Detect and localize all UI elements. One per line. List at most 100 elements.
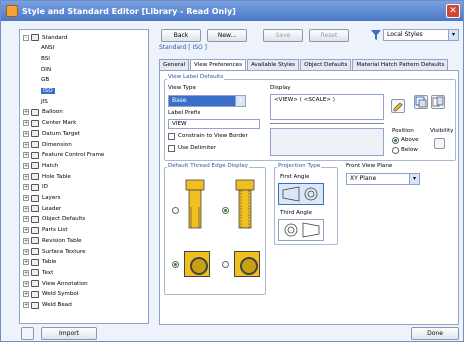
delimiter-checkbox[interactable]	[168, 145, 175, 152]
help-icon[interactable]	[21, 327, 34, 340]
tree-item-label: Text	[42, 269, 54, 276]
above-radio[interactable]	[392, 137, 399, 144]
tab-available-styles[interactable]: Available Styles	[247, 59, 300, 70]
insert-view-icon[interactable]	[414, 95, 428, 109]
layers-icon	[31, 194, 39, 202]
expand-icon[interactable]: +	[23, 269, 29, 276]
tree-item[interactable]: JIS	[41, 97, 48, 106]
constrain-checkbox[interactable]	[168, 133, 175, 140]
expand-icon[interactable]: +	[23, 130, 29, 137]
third-angle-option[interactable]	[278, 219, 324, 241]
tree-item-label: Hole Table	[42, 173, 71, 180]
expand-icon[interactable]: +	[23, 237, 29, 244]
datum-target-icon	[31, 130, 39, 138]
tree-item[interactable]: + Layers	[23, 194, 61, 203]
expand-icon[interactable]: +	[23, 141, 29, 148]
tree-item[interactable]: + Hatch	[23, 161, 58, 170]
tree-item[interactable]: GB	[41, 76, 49, 85]
below-radio[interactable]	[392, 147, 399, 154]
expand-icon[interactable]: +	[23, 195, 29, 201]
tree-item[interactable]: + Leader	[23, 204, 61, 213]
tree-item[interactable]: BSI	[41, 54, 50, 63]
tree-item-label: Weld Bead	[42, 302, 72, 308]
first-angle-option[interactable]	[278, 183, 324, 205]
expand-icon[interactable]: +	[23, 109, 29, 116]
tree-item[interactable]: DIN	[41, 65, 51, 74]
balloon-icon	[31, 108, 39, 116]
view-annotation-icon	[31, 280, 39, 288]
expand-icon[interactable]: +	[23, 259, 29, 266]
tree-item-label: Datum Target	[42, 130, 81, 137]
tree-item[interactable]: + Weld Symbol	[23, 290, 78, 299]
first-angle-label: First Angle	[280, 174, 310, 180]
expand-icon[interactable]: +	[23, 184, 29, 191]
breadcrumb: Standard [ ISO ]	[159, 44, 207, 51]
copy-view-icon[interactable]	[431, 95, 445, 109]
front-view-plane-label: Front View Plane	[346, 163, 393, 169]
visibility-icon[interactable]	[434, 138, 445, 149]
expand-icon[interactable]: +	[23, 120, 29, 127]
tree-item-label: ANSI	[41, 45, 55, 52]
tree-item[interactable]: + Table	[23, 258, 56, 267]
label-prefix-input[interactable]: VIEW	[168, 119, 260, 129]
thread-option-3-radio[interactable]	[172, 261, 179, 268]
expand-icon[interactable]: +	[23, 291, 29, 298]
revision-table-icon	[31, 237, 39, 245]
new-button[interactable]: New...	[207, 29, 247, 42]
expand-icon[interactable]: +	[23, 216, 29, 223]
tree-item[interactable]: + Hole Table	[23, 172, 71, 181]
expand-icon[interactable]: +	[23, 173, 29, 180]
view-type-select[interactable]: Base ▾	[168, 95, 246, 107]
filter-icon[interactable]	[371, 29, 381, 41]
import-button[interactable]: Import	[41, 327, 97, 340]
tree-item[interactable]: + Parts List	[23, 226, 68, 235]
edit-pencil-icon[interactable]	[391, 99, 405, 113]
hole-table-icon	[31, 173, 39, 181]
expand-icon[interactable]: +	[23, 152, 29, 159]
display-format-input[interactable]: <VIEW> ( <SCALE> )	[270, 94, 384, 120]
back-button[interactable]: Back	[161, 29, 201, 42]
display-preview-box	[270, 128, 384, 156]
expand-icon[interactable]: +	[23, 227, 29, 234]
tree-item[interactable]: + Weld Bead	[23, 301, 72, 310]
close-button[interactable]: ✕	[446, 4, 460, 18]
save-button[interactable]: Save	[263, 29, 303, 42]
tree-item[interactable]: + Text	[23, 268, 53, 277]
tree-item-label: ISO	[41, 88, 55, 94]
tab-general[interactable]: General	[159, 59, 190, 70]
tree-item[interactable]: ANSI	[41, 44, 54, 53]
collapse-icon[interactable]: -	[23, 34, 29, 41]
tree-item[interactable]: + ID	[23, 183, 48, 192]
tree-item[interactable]: + Revision Table	[23, 236, 82, 245]
expand-icon[interactable]: +	[23, 280, 29, 287]
expand-icon[interactable]: +	[23, 248, 29, 255]
tree-item[interactable]: + Datum Target	[23, 129, 80, 138]
style-tree[interactable]: - Standard ANSI BSI DIN GB ISO JIS + Balloon + Cent…	[19, 29, 149, 324]
tree-item[interactable]: + View Annotation	[23, 279, 88, 288]
thread-option-1-radio[interactable]	[172, 207, 179, 214]
styles-filter-select[interactable]: Local Styles ▾	[383, 29, 459, 41]
tree-item[interactable]: ISO	[41, 87, 55, 96]
thread-option-2-radio[interactable]	[222, 207, 229, 214]
tree-item[interactable]: - Standard	[23, 33, 67, 42]
reset-button[interactable]: Reset	[309, 29, 349, 42]
tree-item[interactable]: + Surface Texture	[23, 247, 86, 256]
tree-item[interactable]: + Feature Control Frame	[23, 151, 104, 160]
tree-item-label: Parts List	[42, 227, 68, 234]
tree-item[interactable]: + Center Mark	[23, 119, 76, 128]
tree-item-label: Table	[42, 259, 57, 266]
tree-item[interactable]: + Balloon	[23, 108, 63, 117]
thread-option-4-radio[interactable]	[222, 261, 229, 268]
tree-item[interactable]: + Dimension	[23, 140, 72, 149]
front-view-plane-select[interactable]: XY Plane ▾	[346, 173, 420, 185]
nut-end-view-alt-icon	[234, 251, 260, 277]
expand-icon[interactable]: +	[23, 205, 29, 212]
third-angle-label: Third Angle	[280, 210, 312, 216]
dimension-icon	[31, 141, 39, 148]
done-button[interactable]: Done	[411, 327, 459, 340]
tree-item[interactable]: + Object Defaults	[23, 215, 85, 224]
expand-icon[interactable]: +	[23, 162, 29, 169]
expand-icon[interactable]: +	[23, 302, 29, 308]
tab-object-defaults[interactable]: Object Defaults	[300, 59, 352, 70]
tab-material-hatch[interactable]: Material Hatch Pattern Defaults	[352, 59, 449, 70]
